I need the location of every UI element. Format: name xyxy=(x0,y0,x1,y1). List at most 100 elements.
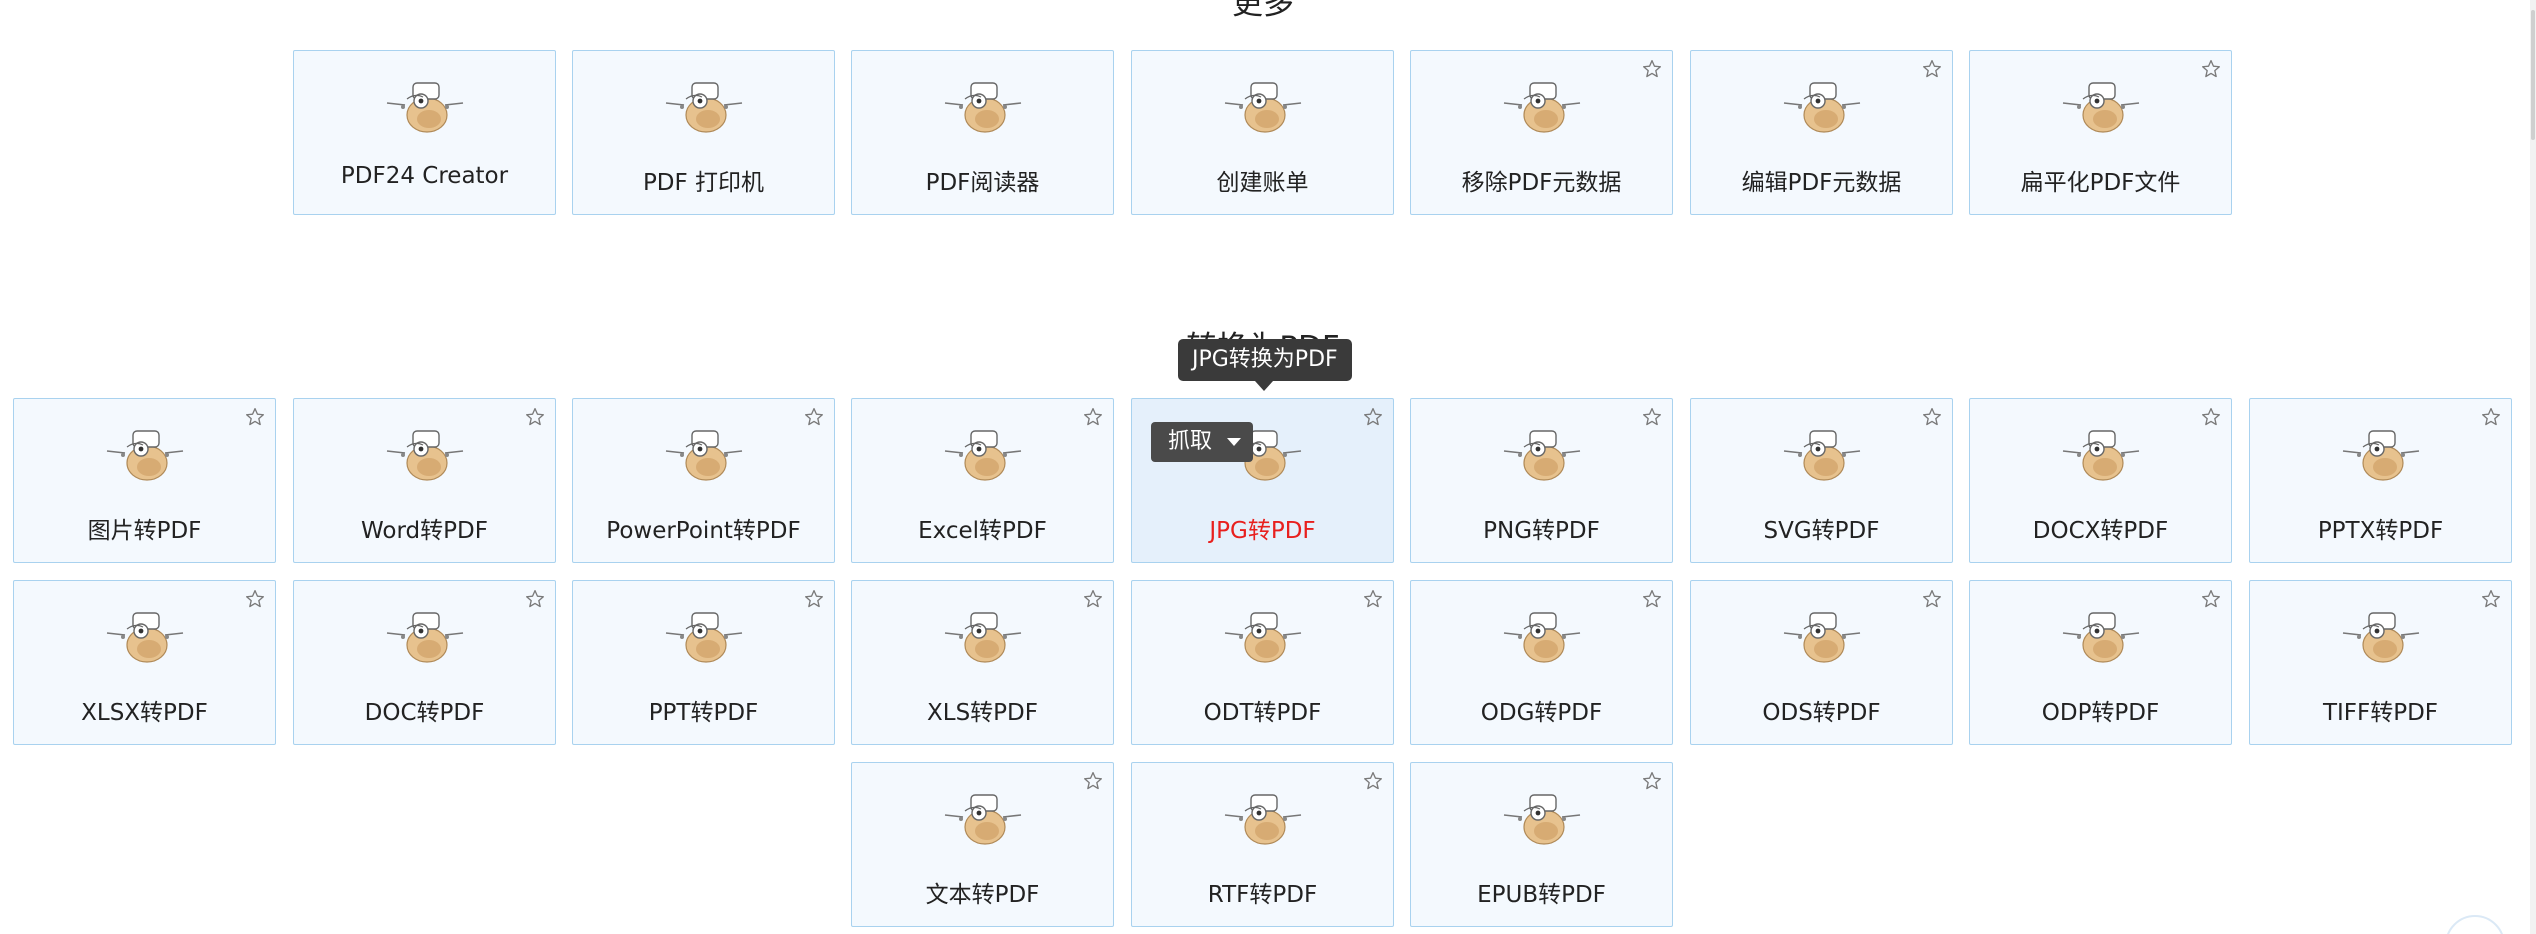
tool-tile-convert-10[interactable]: XLSX转PDF xyxy=(13,580,276,745)
star-outline-icon[interactable] xyxy=(1922,407,1942,427)
tooltip-arrow xyxy=(1255,381,1273,391)
tool-tile-convert-3[interactable]: PowerPoint转PDF xyxy=(572,398,835,563)
star-outline-icon[interactable] xyxy=(2201,407,2221,427)
pdf24-mascot-icon xyxy=(386,430,463,481)
pdf24-mascot-icon xyxy=(2062,612,2139,663)
star-outline-icon[interactable] xyxy=(804,407,824,427)
tool-tile-convert-16[interactable]: ODS转PDF xyxy=(1690,580,1953,745)
scrollbar-track[interactable] xyxy=(2530,0,2536,934)
star-outline-icon[interactable] xyxy=(1642,771,1662,791)
tool-tile-more-4[interactable]: 创建账单 xyxy=(1131,50,1394,215)
star-outline-icon[interactable] xyxy=(1642,407,1662,427)
pdf24-mascot-icon xyxy=(1783,82,1860,133)
tool-tile-label: PPTX转PDF xyxy=(2317,518,2444,544)
pdf24-mascot-icon xyxy=(944,612,1021,663)
grab-button-label: 抓取 xyxy=(1168,429,1213,454)
tool-tile-label: PDF24 Creator xyxy=(340,163,509,189)
pdf24-mascot-icon xyxy=(106,430,183,481)
star-outline-icon[interactable] xyxy=(2481,589,2501,609)
pdf24-mascot-icon xyxy=(106,612,183,663)
tool-tile-convert-17[interactable]: ODP转PDF xyxy=(1969,580,2232,745)
tool-tile-more-1[interactable]: PDF24 Creator xyxy=(293,50,556,215)
star-outline-icon[interactable] xyxy=(1642,59,1662,79)
tool-tile-convert-15[interactable]: ODG转PDF xyxy=(1410,580,1673,745)
tool-tile-label: DOCX转PDF xyxy=(2032,518,2169,544)
tool-tile-more-5[interactable]: 移除PDF元数据 xyxy=(1410,50,1673,215)
tool-tile-label: PPT转PDF xyxy=(648,700,759,726)
pdf24-mascot-icon xyxy=(944,430,1021,481)
pdf24-mascot-icon xyxy=(386,82,463,133)
star-outline-icon[interactable] xyxy=(2201,59,2221,79)
tool-tile-convert-1[interactable]: 图片转PDF xyxy=(13,398,276,563)
tool-tile-label: RTF转PDF xyxy=(1207,882,1318,908)
page: 更多 转换为PDF PDF24 CreatorPDF 打印机PDF阅读器创建账单… xyxy=(0,0,2536,934)
tool-tile-label: ODT转PDF xyxy=(1203,700,1322,726)
star-outline-icon[interactable] xyxy=(525,407,545,427)
tool-tile-convert-11[interactable]: DOC转PDF xyxy=(293,580,556,745)
star-outline-icon[interactable] xyxy=(1083,589,1103,609)
tool-tile-convert-9[interactable]: PPTX转PDF xyxy=(2249,398,2512,563)
tool-tile-label: 编辑PDF元数据 xyxy=(1741,170,1902,196)
pdf24-mascot-icon xyxy=(2342,430,2419,481)
tool-tile-label: ODP转PDF xyxy=(2041,700,2160,726)
tool-tile-label: PDF 打印机 xyxy=(642,170,765,196)
tool-tile-convert-14[interactable]: ODT转PDF xyxy=(1131,580,1394,745)
scrollbar-thumb[interactable] xyxy=(2531,10,2535,140)
scroll-to-top-button[interactable] xyxy=(2445,915,2505,934)
tool-tile-convert-2[interactable]: Word转PDF xyxy=(293,398,556,563)
tool-tile-label: 图片转PDF xyxy=(87,518,202,544)
pdf24-mascot-icon xyxy=(944,82,1021,133)
tool-tile-more-2[interactable]: PDF 打印机 xyxy=(572,50,835,215)
tool-tile-convert-7[interactable]: SVG转PDF xyxy=(1690,398,1953,563)
tool-tile-more-7[interactable]: 扁平化PDF文件 xyxy=(1969,50,2232,215)
star-outline-icon[interactable] xyxy=(804,589,824,609)
tool-tile-label: XLS转PDF xyxy=(927,700,1038,726)
tool-tile-convert-21[interactable]: EPUB转PDF xyxy=(1410,762,1673,927)
tool-tile-convert-4[interactable]: Excel转PDF xyxy=(851,398,1114,563)
pdf24-mascot-icon xyxy=(1503,82,1580,133)
tool-tile-label: XLSX转PDF xyxy=(81,700,208,726)
pdf24-mascot-icon xyxy=(386,612,463,663)
pdf24-mascot-icon xyxy=(1783,612,1860,663)
tool-tile-label: ODG转PDF xyxy=(1480,700,1603,726)
caret-down-icon xyxy=(1227,438,1241,446)
pdf24-mascot-icon xyxy=(2342,612,2419,663)
tooltip: JPG转换为PDF xyxy=(1178,339,1352,381)
tool-tile-convert-13[interactable]: XLS转PDF xyxy=(851,580,1114,745)
tool-tile-label: DOC转PDF xyxy=(364,700,485,726)
star-outline-icon[interactable] xyxy=(1922,59,1942,79)
tool-tile-label: PowerPoint转PDF xyxy=(606,518,801,544)
grab-dropdown-button[interactable]: 抓取 xyxy=(1151,422,1253,462)
tool-tile-convert-20[interactable]: RTF转PDF xyxy=(1131,762,1394,927)
tool-tile-convert-19[interactable]: 文本转PDF xyxy=(851,762,1114,927)
star-outline-icon[interactable] xyxy=(245,407,265,427)
tool-tile-label: 创建账单 xyxy=(1216,170,1309,196)
tool-tile-label: 移除PDF元数据 xyxy=(1461,170,1622,196)
star-outline-icon[interactable] xyxy=(1642,589,1662,609)
star-outline-icon[interactable] xyxy=(1363,589,1383,609)
star-outline-icon[interactable] xyxy=(1363,771,1383,791)
star-outline-icon[interactable] xyxy=(525,589,545,609)
pdf24-mascot-icon xyxy=(1783,430,1860,481)
pdf24-mascot-icon xyxy=(1224,612,1301,663)
star-outline-icon[interactable] xyxy=(2481,407,2501,427)
tool-tile-convert-18[interactable]: TIFF转PDF xyxy=(2249,580,2512,745)
tool-tile-convert-12[interactable]: PPT转PDF xyxy=(572,580,835,745)
tool-tile-convert-6[interactable]: PNG转PDF xyxy=(1410,398,1673,563)
tool-tile-label: Word转PDF xyxy=(361,518,488,544)
star-outline-icon[interactable] xyxy=(2201,589,2221,609)
star-outline-icon[interactable] xyxy=(1363,407,1383,427)
tool-tile-label: ODS转PDF xyxy=(1762,700,1881,726)
star-outline-icon[interactable] xyxy=(1083,771,1103,791)
section-title-more: 更多 xyxy=(1232,0,1294,22)
tool-tile-label: JPG转PDF xyxy=(1209,518,1316,544)
star-outline-icon[interactable] xyxy=(1922,589,1942,609)
pdf24-mascot-icon xyxy=(2062,82,2139,133)
tool-tile-convert-8[interactable]: DOCX转PDF xyxy=(1969,398,2232,563)
star-outline-icon[interactable] xyxy=(245,589,265,609)
star-outline-icon[interactable] xyxy=(1083,407,1103,427)
tool-tile-label: 文本转PDF xyxy=(925,882,1040,908)
tool-tile-more-3[interactable]: PDF阅读器 xyxy=(851,50,1114,215)
tool-tile-more-6[interactable]: 编辑PDF元数据 xyxy=(1690,50,1953,215)
pdf24-mascot-icon xyxy=(665,612,742,663)
